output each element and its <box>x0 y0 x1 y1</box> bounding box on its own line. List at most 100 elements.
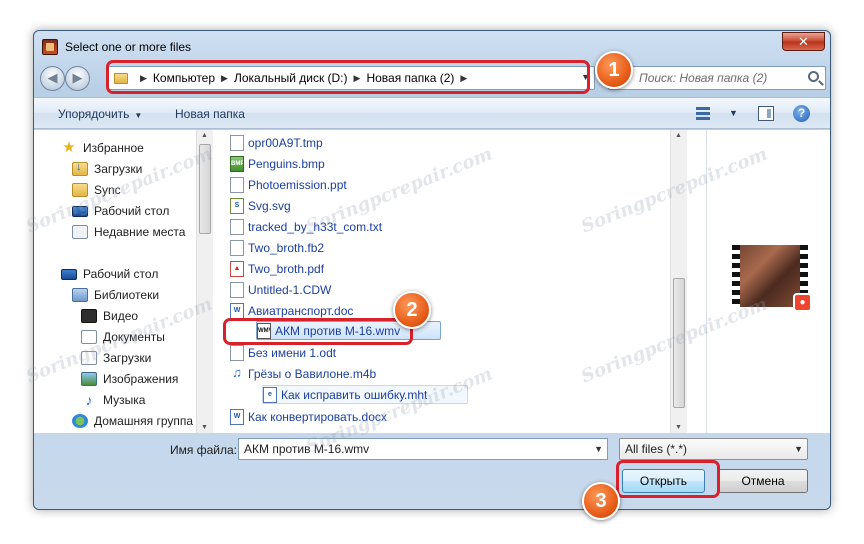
back-button[interactable]: ◀ <box>40 66 65 91</box>
scroll-up-icon[interactable]: ▲ <box>201 132 208 139</box>
sidebar-item-label: Sync <box>94 183 121 197</box>
sidebar-item-libraries[interactable]: Библиотеки <box>72 286 159 304</box>
sidebar-item-label: Музыка <box>103 393 146 407</box>
title-bar[interactable]: Select one or more files ✕ <box>34 31 830 59</box>
forward-button[interactable]: ▶ <box>65 66 90 91</box>
sidebar-item-recent-places[interactable]: Недавние места <box>72 223 185 241</box>
scrollbar-thumb[interactable] <box>673 278 685 408</box>
file-dialog-window: Select one or more files ✕ ◀ ▶ ▶ Компьют… <box>33 30 831 510</box>
desktop-icon <box>61 268 77 280</box>
file-list: opr00A9T.tmp BMP Penguins.bmp Photoemissi… <box>214 130 690 433</box>
documents-library-icon <box>81 330 97 344</box>
list-item[interactable]: ▲ Two_broth.pdf <box>230 259 324 278</box>
file-name: Грёзы о Вавилоне.m4b <box>248 366 377 381</box>
scroll-down-icon[interactable]: ▼ <box>675 424 682 431</box>
search-input[interactable]: Поиск: Новая папка (2) <box>608 66 826 90</box>
sidebar-item-downloads-library[interactable]: Загрузки <box>81 349 151 367</box>
file-name: Two_broth.fb2 <box>248 240 325 255</box>
list-item[interactable]: e Как исправить ошибку.mht <box>262 385 469 404</box>
sidebar-item-video[interactable]: Видео <box>81 307 138 325</box>
sidebar-item-favorites[interactable]: ★ Избранное <box>61 139 144 157</box>
organize-label: Упорядочить <box>58 107 130 121</box>
list-item[interactable]: Photoemission.ppt <box>230 175 347 194</box>
tmp-file-icon <box>230 134 244 151</box>
scroll-up-icon[interactable]: ▲ <box>675 132 682 139</box>
filename-field[interactable]: АКМ против М-16.wmv ▼ <box>238 438 608 460</box>
sidebar-item-desktop[interactable]: Рабочий стол <box>72 202 169 220</box>
callout-badge-1: 1 <box>595 51 633 89</box>
sidebar-item-label: Видео <box>103 309 139 323</box>
list-item[interactable]: W Как конвертировать.docx <box>230 407 387 426</box>
organize-button[interactable]: Упорядочить ▼ <box>58 107 142 121</box>
list-item[interactable]: tracked_by_h33t_com.txt <box>230 217 382 236</box>
audio-file-icon: ♫ <box>232 365 242 380</box>
file-name: Без имени 1.odt <box>248 345 337 360</box>
list-item[interactable]: Two_broth.fb2 <box>230 238 324 257</box>
help-icon[interactable]: ? <box>793 105 810 122</box>
fb2-file-icon <box>230 239 244 256</box>
sidebar-item-sync[interactable]: Sync <box>72 181 121 199</box>
callout-badge-2: 2 <box>393 291 431 329</box>
sidebar-item-homegroup[interactable]: Домашняя группа <box>72 412 193 430</box>
file-name: Untitled-1.CDW <box>248 282 332 297</box>
sidebar-item-documents[interactable]: Документы <box>81 328 165 346</box>
chevron-down-icon[interactable]: ▼ <box>794 444 803 454</box>
close-button[interactable]: ✕ <box>782 32 825 51</box>
file-list-scrollbar[interactable]: ▲ ▼ <box>670 130 687 433</box>
cancel-button[interactable]: Отмена <box>718 469 808 493</box>
file-type-value: All files (*.*) <box>625 442 688 456</box>
search-prefix: Поиск: <box>639 71 677 85</box>
sidebar-item-downloads[interactable]: Загрузки <box>72 160 142 178</box>
list-item[interactable]: BMP Penguins.bmp <box>230 154 325 173</box>
mht-file-icon: e <box>263 386 277 403</box>
downloads-library-icon <box>81 351 97 365</box>
list-item[interactable]: opr00A9T.tmp <box>230 133 323 152</box>
file-name: Penguins.bmp <box>248 156 325 171</box>
main-area: ★ Избранное Загрузки Sync Рабочий стол Не… <box>34 130 830 433</box>
views-dropdown-icon[interactable]: ▼ <box>729 108 738 118</box>
callout-ring-address <box>106 60 590 94</box>
search-icon[interactable] <box>808 71 819 82</box>
cdw-file-icon <box>230 281 244 298</box>
sidebar-item-desktop-root[interactable]: Рабочий стол <box>61 265 158 283</box>
homegroup-icon <box>72 414 88 428</box>
svg-file-icon: S <box>230 197 244 214</box>
video-library-icon <box>81 309 97 323</box>
preview-pane: ● <box>706 130 830 433</box>
player-badge-icon: ● <box>793 293 812 312</box>
libraries-icon <box>72 288 88 302</box>
list-item[interactable]: ♫ Грёзы о Вавилоне.m4b <box>230 364 376 383</box>
sidebar-item-label: Домашняя группа <box>94 414 194 428</box>
sidebar-item-label: Рабочий стол <box>94 204 170 218</box>
list-item[interactable]: Без имени 1.odt <box>230 343 336 362</box>
file-name: opr00A9T.tmp <box>248 135 323 150</box>
filename-value: АКМ против М-16.wmv <box>244 442 370 456</box>
scrollbar-thumb[interactable] <box>199 144 211 234</box>
sidebar-item-images[interactable]: Изображения <box>81 370 178 388</box>
sidebar-item-label: Недавние места <box>94 225 186 239</box>
sidebar-item-label: Рабочий стол <box>83 267 159 281</box>
preview-pane-icon[interactable] <box>758 106 774 121</box>
file-name: Two_broth.pdf <box>248 261 325 276</box>
sidebar-item-music[interactable]: ♪ Музыка <box>81 391 146 409</box>
scroll-down-icon[interactable]: ▼ <box>201 424 208 431</box>
window-title: Select one or more files <box>65 40 192 54</box>
views-icon[interactable] <box>696 107 718 121</box>
new-folder-button[interactable]: Новая папка <box>175 107 245 121</box>
sidebar-item-label: Загрузки <box>103 351 152 365</box>
file-name: tracked_by_h33t_com.txt <box>248 219 383 234</box>
word-file-icon: W <box>230 408 244 425</box>
file-type-select[interactable]: All files (*.*) ▼ <box>619 438 808 460</box>
list-item[interactable]: S Svg.svg <box>230 196 291 215</box>
search-placeholder: Новая папка (2) <box>679 71 768 85</box>
command-toolbar: Упорядочить ▼ Новая папка ▼ ? <box>34 97 830 129</box>
desktop-icon <box>72 205 88 217</box>
sidebar-item-label: Избранное <box>83 141 144 155</box>
list-item[interactable]: Untitled-1.CDW <box>230 280 331 299</box>
app-icon <box>42 39 58 55</box>
filename-label: Имя файла: <box>170 443 237 457</box>
navigation-scrollbar[interactable]: ▲ ▼ <box>196 130 213 433</box>
chevron-down-icon[interactable]: ▼ <box>594 444 603 454</box>
callout-badge-3: 3 <box>582 482 620 520</box>
file-name: Как конвертировать.docx <box>248 409 387 424</box>
